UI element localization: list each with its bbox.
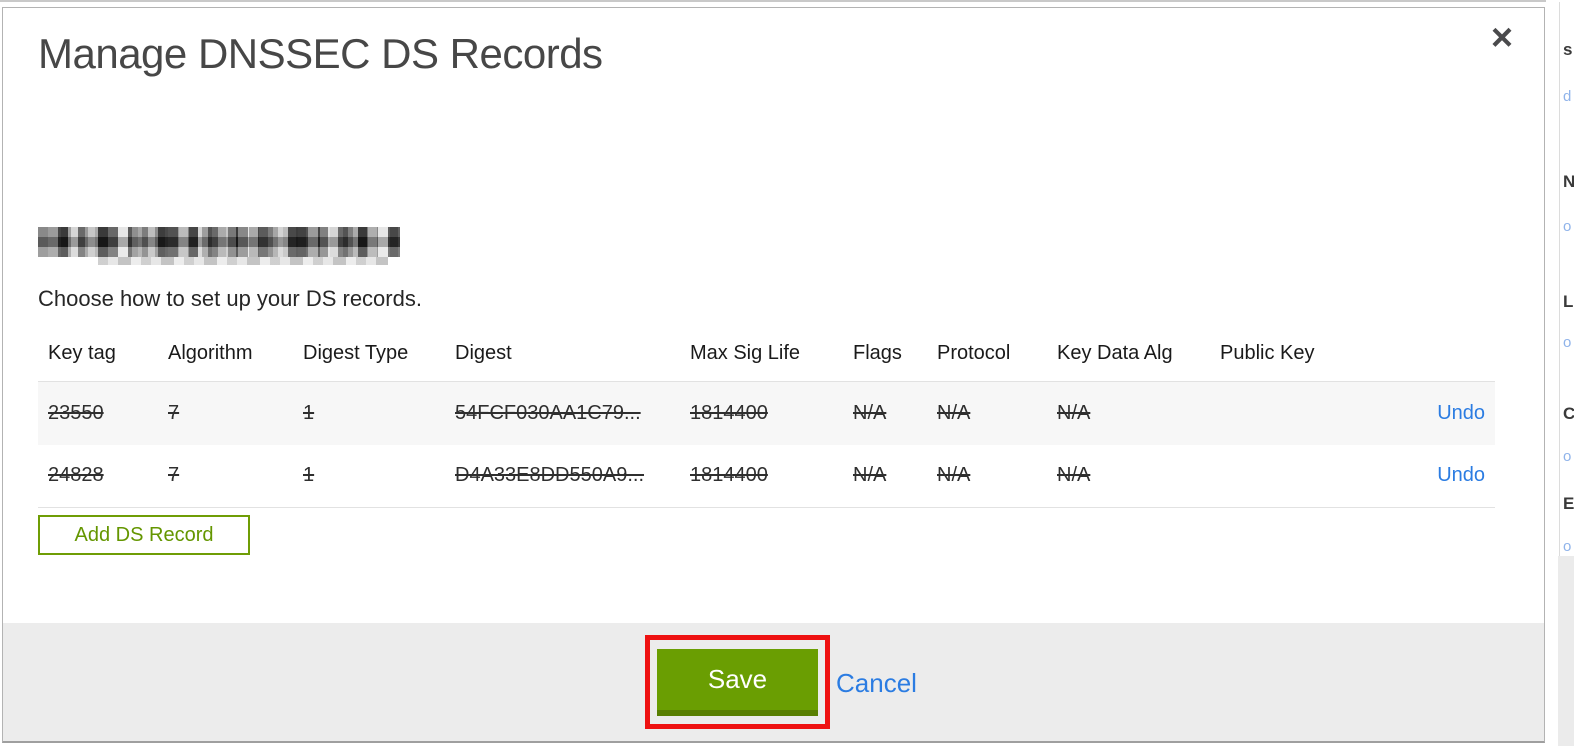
cell-key-tag: 23550 — [38, 381, 158, 445]
cell-key-tag: 24828 — [38, 444, 158, 508]
cell-flags: N/A — [843, 444, 927, 508]
red-highlight-annotation: Save — [645, 635, 830, 729]
cell-protocol: N/A — [927, 381, 1047, 445]
cell-public-key — [1210, 444, 1415, 508]
cell-protocol: N/A — [927, 444, 1047, 508]
background-link-fragment: d — [1563, 88, 1572, 105]
table-row: 23550 7 1 54FCF030AA1C79... 1814400 N/A … — [38, 381, 1495, 445]
add-ds-record-button[interactable]: Add DS Record — [38, 515, 250, 555]
screenshot-canvas: s d N o L o C o E o P Manage DNSSEC DS R… — [0, 0, 1574, 746]
cell-digest-type: 1 — [293, 444, 445, 508]
background-page-divider — [1559, 2, 1560, 556]
cell-key-data-alg: N/A — [1047, 444, 1210, 508]
cell-public-key — [1210, 381, 1415, 445]
col-header-actions — [1415, 328, 1495, 382]
col-header-key-tag: Key tag — [48, 342, 116, 364]
close-icon[interactable]: × — [1484, 18, 1520, 58]
undo-link[interactable]: Undo — [1437, 464, 1485, 486]
col-header-algorithm: Algorithm — [168, 342, 253, 364]
col-header-key-data-alg: Key Data Alg — [1057, 342, 1173, 364]
col-header-public-key: Public Key — [1220, 342, 1315, 364]
window-top-edge — [0, 0, 1574, 2]
cell-key-data-alg: N/A — [1047, 381, 1210, 445]
cell-algorithm: 7 — [158, 444, 293, 508]
ds-records-table: Key tag Algorithm Digest Type Digest Max… — [38, 328, 1495, 508]
cell-max-sig-life: 1814400 — [680, 444, 843, 508]
cell-max-sig-life: 1814400 — [680, 381, 843, 445]
cell-digest: D4A33E8DD550A9... — [445, 444, 680, 508]
background-text-fragment: N — [1563, 172, 1574, 191]
background-text-fragment: L — [1563, 292, 1574, 311]
background-text-fragment: s — [1563, 40, 1573, 59]
background-link-fragment: o — [1563, 448, 1572, 465]
undo-link[interactable]: Undo — [1437, 402, 1485, 424]
background-text-fragment: C — [1563, 404, 1574, 423]
cell-digest: 54FCF030AA1C79... — [445, 381, 680, 445]
col-header-max-sig-life: Max Sig Life — [690, 342, 801, 364]
cell-algorithm: 7 — [158, 381, 293, 445]
cell-digest-type: 1 — [293, 381, 445, 445]
background-page-gray-area — [1558, 556, 1574, 746]
col-header-digest-type: Digest Type — [303, 342, 409, 364]
save-button[interactable]: Save — [657, 648, 818, 716]
col-header-flags: Flags — [853, 342, 902, 364]
background-page-strip: s d N o L o C o E o P — [1546, 0, 1574, 746]
background-link-fragment: o — [1563, 538, 1572, 555]
table-row: 24828 7 1 D4A33E8DD550A9... 1814400 N/A … — [38, 444, 1495, 508]
background-link-fragment: o — [1563, 334, 1572, 351]
redacted-domain-name — [38, 227, 400, 265]
manage-dnssec-modal: Manage DNSSEC DS Records × Choose how to… — [2, 7, 1545, 743]
col-header-digest: Digest — [455, 342, 512, 364]
modal-subtitle: Choose how to set up your DS records. — [38, 286, 422, 311]
table-header-row: Key tag Algorithm Digest Type Digest Max… — [38, 328, 1495, 382]
modal-footer: Save Cancel — [3, 623, 1544, 741]
background-text-fragment: E — [1563, 494, 1574, 513]
cancel-link[interactable]: Cancel — [836, 668, 917, 699]
background-link-fragment: o — [1563, 218, 1572, 235]
cell-flags: N/A — [843, 381, 927, 445]
col-header-protocol: Protocol — [937, 342, 1011, 364]
modal-title: Manage DNSSEC DS Records — [38, 30, 603, 77]
